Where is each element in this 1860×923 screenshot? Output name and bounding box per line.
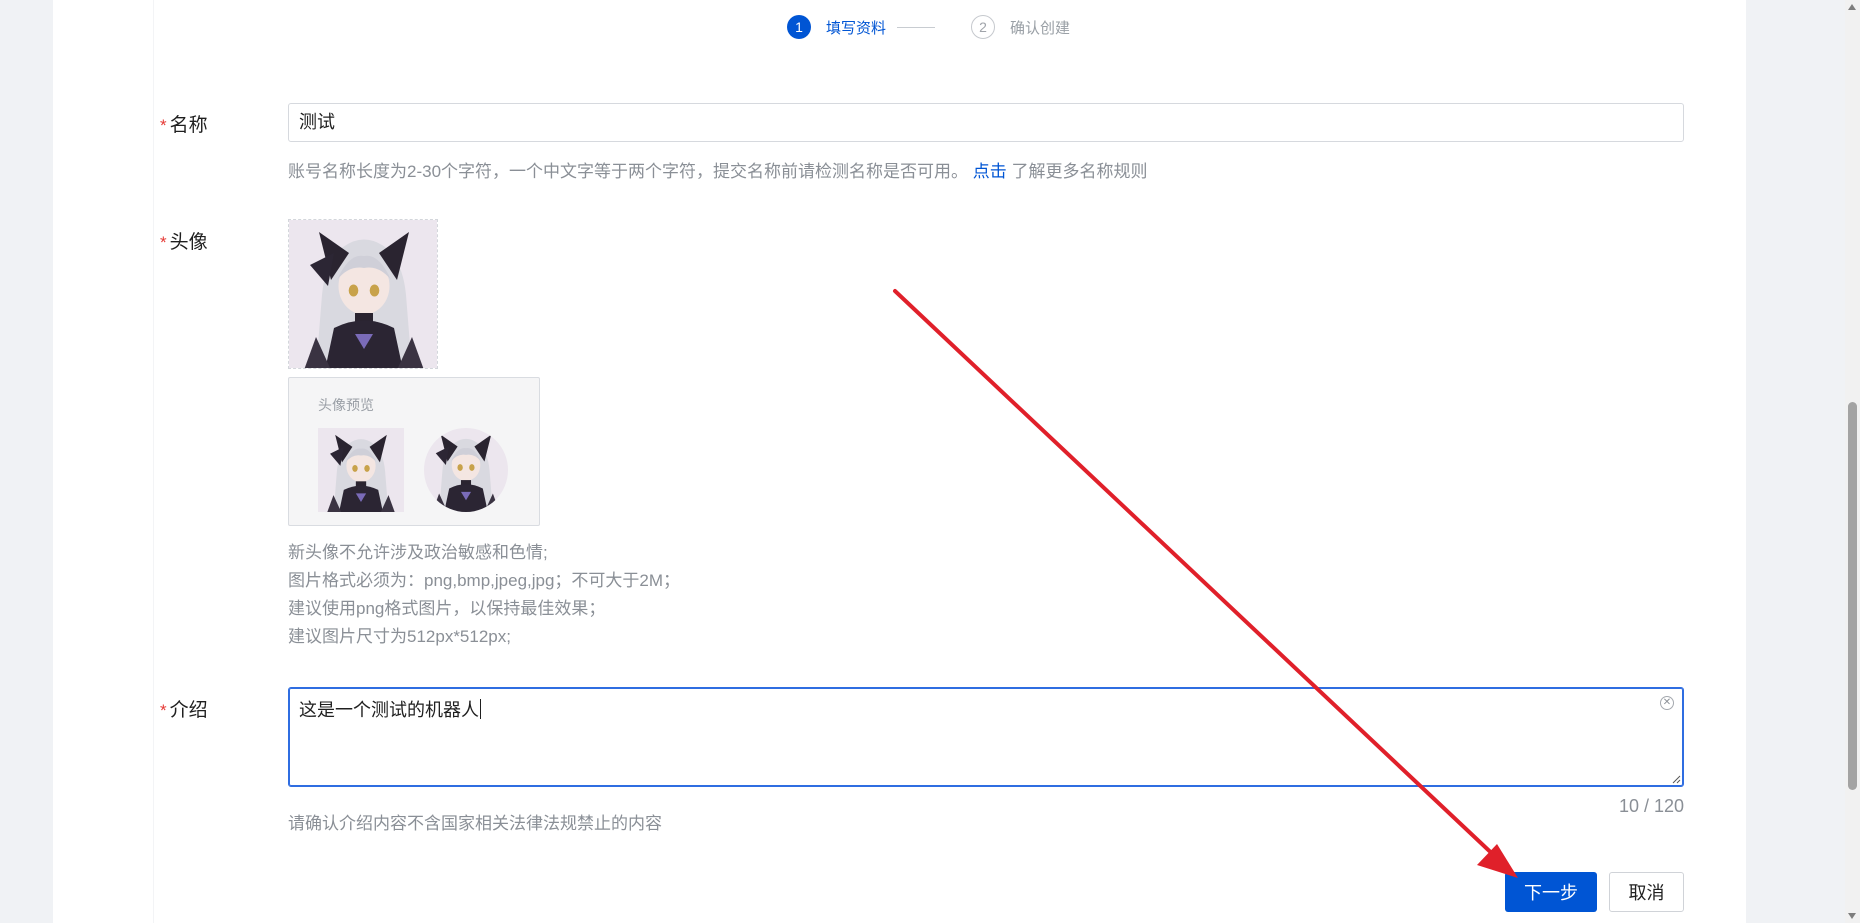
name-label-text: 名称	[169, 115, 208, 136]
avatar-rule: 建议图片尺寸为512px*512px;	[288, 627, 511, 646]
resize-handle-icon[interactable]	[1671, 774, 1681, 784]
avatar-preview-circle-image	[424, 428, 508, 512]
avatar-label: * 头像	[160, 227, 208, 254]
intro-label: * 介绍	[160, 695, 208, 722]
avatar-image	[289, 220, 437, 368]
avatar-upload[interactable]	[288, 219, 438, 369]
avatar-rule: 新头像不允许涉及政治敏感和色情;	[288, 543, 548, 562]
name-hint-text: 账号名称长度为2-30个字符，一个中文字等于两个字符，提交名称前请检测名称是否可…	[288, 162, 969, 181]
intro-hint: 请确认介绍内容不含国家相关法律法规禁止的内容	[288, 814, 662, 833]
required-mark: *	[160, 701, 167, 720]
name-rules-link[interactable]: 点击	[973, 162, 1007, 181]
step-2-number: 2	[971, 15, 996, 39]
avatar-preview-title: 头像预览	[318, 397, 374, 413]
name-hint: 账号名称长度为2-30个字符，一个中文字等于两个字符，提交名称前请检测名称是否可…	[288, 157, 1148, 182]
avatar-rule: 图片格式必须为：png,bmp,jpeg,jpg；不可大于2M；	[288, 571, 681, 590]
name-input[interactable]: 测试	[288, 103, 1684, 142]
step-1-label: 填写资料	[826, 19, 887, 37]
step-2-label: 确认创建	[1010, 19, 1071, 37]
next-step-button[interactable]: 下一步	[1505, 872, 1597, 912]
scroll-thumb[interactable]	[1848, 402, 1857, 790]
scroll-up-arrow-icon[interactable]	[1848, 4, 1856, 10]
required-mark: *	[160, 233, 167, 252]
avatar-preview-square-image	[318, 428, 404, 512]
text-caret	[480, 699, 481, 719]
avatar-rule: 建议使用png格式图片，以保持最佳效果；	[288, 599, 606, 618]
intro-text: 这是一个测试的机器人	[299, 700, 479, 720]
avatar-preview-square	[318, 428, 404, 512]
name-label: * 名称	[160, 110, 208, 137]
intro-char-counter: 10 / 120	[1618, 796, 1684, 816]
step-1-number: 1	[787, 15, 811, 39]
scroll-down-arrow-icon[interactable]	[1848, 913, 1856, 919]
panel-divider	[153, 0, 154, 923]
clear-icon[interactable]: ✕	[1660, 696, 1674, 710]
intro-label-text: 介绍	[169, 700, 208, 721]
avatar-rules: 新头像不允许涉及政治敏感和色情; 图片格式必须为：png,bmp,jpeg,jp…	[288, 539, 680, 651]
vertical-scrollbar[interactable]	[1845, 0, 1860, 923]
avatar-preview-box: 头像预览	[288, 377, 540, 526]
step-connector	[897, 26, 936, 28]
avatar-preview-circle	[424, 428, 508, 512]
intro-textarea[interactable]: 这是一个测试的机器人 ✕	[288, 687, 1684, 787]
avatar-label-text: 头像	[169, 232, 208, 253]
cancel-button[interactable]: 取消	[1609, 872, 1684, 912]
step-indicator: 1 填写资料 2 确认创建	[787, 14, 1070, 40]
required-mark: *	[160, 116, 167, 135]
name-hint-suffix: 了解更多名称规则	[1011, 162, 1148, 181]
